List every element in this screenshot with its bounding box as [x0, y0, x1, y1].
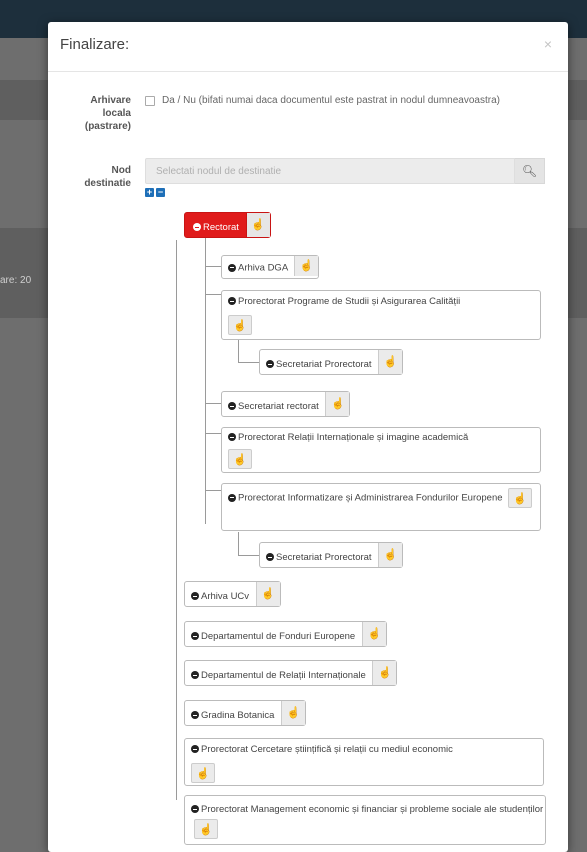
node-label: Prorectorat Programe de Studii și Asigur…	[238, 296, 461, 307]
destination-search-input[interactable]: Selectati nodul de destinatie	[145, 158, 515, 184]
tree-node[interactable]: Departamentul de Fonduri Europene ☝	[184, 621, 387, 647]
expand-all-button[interactable]: +	[145, 188, 154, 197]
select-hand-icon[interactable]: ☝	[378, 543, 403, 567]
select-hand-icon[interactable]: ☝	[294, 256, 319, 276]
search-button[interactable]: 🔍︎	[515, 158, 545, 184]
node-label: Prorectorat Informatizare și Administrar…	[238, 492, 503, 504]
tree-node[interactable]: Prorectorat Informatizare și Administrar…	[221, 483, 541, 531]
destination-label: Nod destinatie	[84, 165, 131, 189]
collapse-icon[interactable]	[191, 805, 199, 813]
node-label: Rectorat	[203, 222, 239, 234]
archive-label: Arhivare locala (pastrare)	[84, 95, 131, 132]
tree-node[interactable]: Prorectorat Cercetare științifică și rel…	[184, 738, 544, 786]
tree-line	[205, 294, 221, 295]
node-label: Departamentul de Relații Internaționale	[201, 670, 366, 682]
archive-checkbox[interactable]	[145, 96, 155, 106]
select-hand-icon[interactable]: ☝	[228, 449, 252, 469]
modal-header: Finalizare: ×	[48, 22, 568, 72]
tree-node[interactable]: Prorectorat Relații Internaționale și im…	[221, 427, 541, 473]
select-hand-icon[interactable]: ☝	[255, 582, 280, 606]
tree-line	[205, 234, 206, 524]
node-label: Arhiva UCv	[201, 591, 250, 603]
node-label: Prorectorat Relații Internaționale și im…	[238, 432, 469, 443]
collapse-icon[interactable]	[191, 632, 199, 641]
collapse-icon[interactable]	[191, 592, 199, 601]
select-hand-icon[interactable]: ☝	[281, 701, 306, 725]
tree-node[interactable]: Arhiva DGA ☝	[221, 255, 320, 279]
select-hand-icon[interactable]: ☝	[228, 315, 252, 335]
node-label: Secretariat Prorectorat	[276, 359, 372, 371]
close-icon[interactable]: ×	[544, 36, 552, 52]
tree-node[interactable]: Prorectorat Programe de Studii și Asigur…	[221, 290, 541, 340]
tree-line	[205, 403, 221, 404]
node-label: Secretariat rectorat	[238, 401, 319, 413]
tree-node[interactable]: Departamentul de Relații Internaționale …	[184, 660, 398, 686]
archive-checkbox-label: Da / Nu (bifati numai daca documentul es…	[162, 95, 500, 106]
collapse-icon[interactable]	[191, 711, 199, 720]
select-hand-icon[interactable]: ☝	[325, 392, 350, 416]
select-hand-icon[interactable]: ☝	[372, 661, 397, 685]
tree-node[interactable]: Prorectorat Management economic și finan…	[184, 795, 546, 845]
collapse-icon[interactable]	[266, 360, 274, 369]
tree-node[interactable]: Secretariat Prorectorat ☝	[259, 542, 404, 568]
select-hand-icon[interactable]: ☝	[191, 763, 215, 783]
select-hand-icon[interactable]: ☝	[508, 488, 533, 508]
background-partial-label: are: 20	[0, 275, 32, 286]
collapse-icon[interactable]	[193, 223, 201, 232]
tree-node-root[interactable]: Rectorat ☝	[184, 212, 271, 238]
select-hand-icon[interactable]: ☝	[194, 819, 218, 839]
tree-line	[176, 240, 177, 800]
node-label: Gradina Botanica	[201, 710, 275, 722]
node-label: Prorectorat Management economic și finan…	[201, 804, 544, 815]
tree-line	[205, 490, 221, 491]
tree-line	[238, 337, 239, 362]
modal-title: Finalizare:	[60, 36, 130, 53]
collapse-all-button[interactable]: −	[156, 188, 165, 197]
node-label: Departamentul de Fonduri Europene	[201, 631, 356, 643]
node-label: Secretariat Prorectorat	[276, 552, 372, 564]
select-hand-icon[interactable]: ☝	[245, 213, 270, 237]
tree-line	[238, 532, 239, 555]
search-icon: 🔍︎	[521, 164, 538, 178]
select-hand-icon[interactable]: ☝	[361, 622, 386, 646]
tree-node[interactable]: Arhiva UCv ☝	[184, 581, 281, 607]
select-hand-icon[interactable]: ☝	[378, 350, 403, 374]
collapse-icon[interactable]	[266, 553, 274, 562]
tree-node[interactable]: Secretariat Prorectorat ☝	[259, 349, 404, 375]
collapse-icon[interactable]	[228, 433, 236, 441]
collapse-icon[interactable]	[191, 745, 199, 753]
collapse-icon[interactable]	[228, 493, 236, 502]
finalizare-modal: Finalizare: × Arhivare locala (pastrare)…	[48, 22, 568, 852]
tree-line	[205, 433, 221, 434]
collapse-icon[interactable]	[228, 263, 236, 272]
tree-node[interactable]: Gradina Botanica ☝	[184, 700, 307, 726]
collapse-icon[interactable]	[228, 297, 236, 305]
node-label: Arhiva DGA	[238, 262, 288, 274]
tree-node[interactable]: Secretariat rectorat ☝	[221, 391, 351, 417]
tree-line	[205, 266, 221, 267]
collapse-icon[interactable]	[191, 671, 199, 680]
tree-line	[238, 555, 259, 556]
collapse-icon[interactable]	[228, 402, 236, 411]
node-label: Prorectorat Cercetare științifică și rel…	[201, 744, 453, 755]
tree-line	[238, 362, 259, 363]
